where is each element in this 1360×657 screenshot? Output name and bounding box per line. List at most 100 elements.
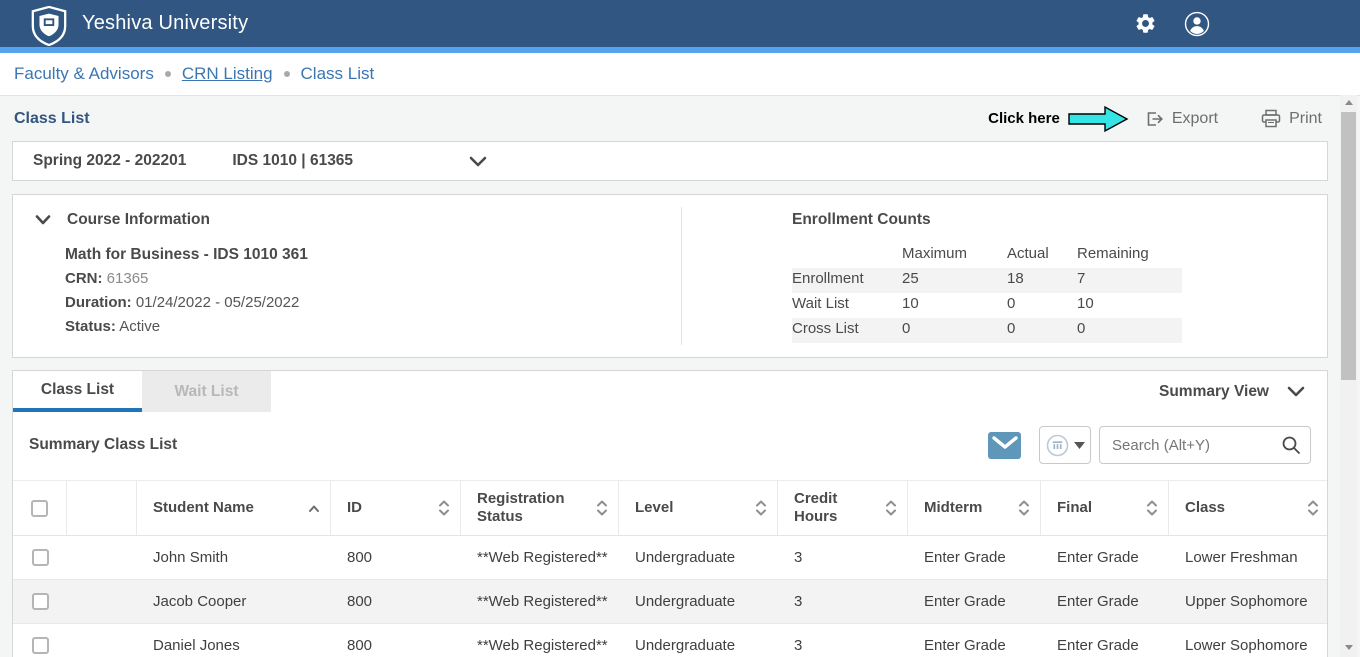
course-label: IDS 1010 | 61365 — [232, 152, 353, 170]
breadcrumb-class-list: Class List — [301, 64, 375, 84]
envelope-icon — [992, 436, 1018, 454]
enrollment-counts-table: Maximum Actual Remaining Enrollment 25 1… — [792, 243, 1327, 343]
row-checkbox[interactable] — [32, 593, 49, 610]
brand-title: Yeshiva University — [82, 12, 248, 35]
breadcrumb: Faculty & Advisors CRN Listing Class Lis… — [0, 53, 1360, 95]
term-selector[interactable]: Spring 2022 - 202201 IDS 1010 | 61365 — [12, 141, 1328, 181]
registration-status: **Web Registered** — [461, 624, 619, 657]
crosslist-row-label: Cross List — [792, 318, 902, 343]
summary-view-selector[interactable]: Summary View — [1159, 383, 1269, 401]
header-final[interactable]: Final — [1041, 481, 1169, 535]
course-title: Math for Business - IDS 1010 361 — [65, 243, 681, 267]
search-icon[interactable] — [1281, 435, 1301, 455]
class-list-table-header: Student Name ID Registration Status — [13, 480, 1327, 536]
level: Undergraduate — [619, 536, 778, 579]
select-all-cell — [13, 481, 67, 535]
class-standing: Lower Sophomore — [1169, 624, 1329, 657]
header-credit-hours[interactable]: Credit Hours — [778, 481, 908, 535]
header-class[interactable]: Class — [1169, 481, 1329, 535]
enrollment-value: 25 — [902, 268, 1007, 293]
row-checkbox[interactable] — [32, 637, 49, 654]
export-button[interactable]: Export — [1144, 109, 1218, 129]
sort-icon[interactable] — [1146, 499, 1158, 517]
duration-line: Duration: 01/24/2022 - 05/25/2022 — [65, 291, 681, 315]
waitlist-row-label: Wait List — [792, 293, 902, 318]
student-id: 800 — [331, 624, 461, 657]
final-enter-grade-link[interactable]: Enter Grade — [1041, 536, 1169, 579]
level: Undergraduate — [619, 580, 778, 623]
user-profile-icon[interactable] — [1184, 11, 1210, 37]
yeshiva-university-logo — [30, 6, 68, 46]
student-id: 800 — [331, 536, 461, 579]
credit-hours: 3 — [778, 580, 908, 623]
duration-label: Duration: — [65, 294, 132, 311]
caret-down-icon — [1074, 442, 1085, 449]
email-button[interactable] — [988, 432, 1021, 459]
select-all-checkbox[interactable] — [31, 500, 48, 517]
duration-value: 01/24/2022 - 05/25/2022 — [136, 294, 299, 311]
midterm-enter-grade-link[interactable]: Enter Grade — [908, 536, 1041, 579]
enrollment-value: 0 — [1077, 318, 1182, 343]
enrollment-col-maximum: Maximum — [902, 243, 1007, 268]
student-name: Jacob Cooper — [137, 580, 331, 623]
sort-icon[interactable] — [596, 499, 608, 517]
summary-class-list-heading: Summary Class List — [29, 436, 177, 454]
chevron-down-icon[interactable] — [1287, 386, 1305, 397]
midterm-enter-grade-link[interactable]: Enter Grade — [908, 624, 1041, 657]
sort-icon[interactable] — [438, 499, 450, 517]
status-value: Active — [119, 318, 160, 335]
page-title: Class List — [14, 110, 90, 128]
midterm-enter-grade-link[interactable]: Enter Grade — [908, 580, 1041, 623]
level: Undergraduate — [619, 624, 778, 657]
registration-status: **Web Registered** — [461, 536, 619, 579]
course-information-heading: Course Information — [67, 211, 210, 229]
scrollbar-thumb[interactable] — [1341, 112, 1356, 380]
sort-icon[interactable] — [885, 499, 897, 517]
breadcrumb-crn-listing[interactable]: CRN Listing — [182, 64, 273, 84]
row-checkbox[interactable] — [32, 549, 49, 566]
print-button[interactable]: Print — [1260, 108, 1322, 129]
click-here-annotation: Click here — [988, 110, 1060, 127]
settings-gear-icon[interactable] — [1132, 11, 1158, 37]
course-information-panel: Course Information Math for Business - I… — [12, 194, 1328, 358]
status-label: Status: — [65, 318, 116, 335]
scrollbar-down-arrow[interactable] — [1340, 640, 1357, 655]
header-blank — [67, 481, 137, 535]
page-header: Class List Click here Export — [0, 96, 1360, 141]
annotation-arrow-icon — [1068, 105, 1130, 133]
enrollment-col-remaining: Remaining — [1077, 243, 1182, 268]
export-icon — [1144, 109, 1165, 129]
sort-icon[interactable] — [1307, 499, 1319, 517]
enrollment-value: 0 — [902, 318, 1007, 343]
enrollment-value: 10 — [902, 293, 1007, 318]
header-registration-status[interactable]: Registration Status — [461, 481, 619, 535]
final-enter-grade-link[interactable]: Enter Grade — [1041, 624, 1169, 657]
tab-class-list[interactable]: Class List — [13, 371, 142, 412]
class-list-toolbar: Summary Class List — [13, 412, 1327, 480]
header-student-name[interactable]: Student Name — [137, 481, 331, 535]
student-id: 800 — [331, 580, 461, 623]
sort-icon[interactable] — [755, 499, 767, 517]
breadcrumb-separator — [284, 71, 290, 77]
crn-value: 61365 — [107, 270, 149, 287]
tab-bar: Class List Wait List Summary View — [13, 371, 1327, 412]
search-input[interactable] — [1099, 426, 1311, 464]
table-row: Jacob Cooper 800 **Web Registered** Unde… — [13, 580, 1327, 624]
final-enter-grade-link[interactable]: Enter Grade — [1041, 580, 1169, 623]
credit-hours: 3 — [778, 624, 908, 657]
collapse-chevron-icon[interactable] — [35, 215, 51, 225]
breadcrumb-faculty-advisors[interactable]: Faculty & Advisors — [14, 64, 154, 84]
filter-dropdown-button[interactable] — [1039, 426, 1091, 464]
sort-asc-icon[interactable] — [308, 504, 320, 513]
chevron-down-icon[interactable] — [469, 156, 487, 167]
crn-label: CRN: — [65, 270, 103, 287]
header-id[interactable]: ID — [331, 481, 461, 535]
export-label: Export — [1172, 110, 1218, 128]
sort-icon[interactable] — [1018, 499, 1030, 517]
scrollbar-up-arrow[interactable] — [1340, 95, 1357, 110]
vertical-scrollbar[interactable] — [1340, 95, 1357, 657]
enrollment-value: 0 — [1007, 293, 1077, 318]
header-midterm[interactable]: Midterm — [908, 481, 1041, 535]
header-level[interactable]: Level — [619, 481, 778, 535]
tab-wait-list[interactable]: Wait List — [142, 371, 271, 412]
